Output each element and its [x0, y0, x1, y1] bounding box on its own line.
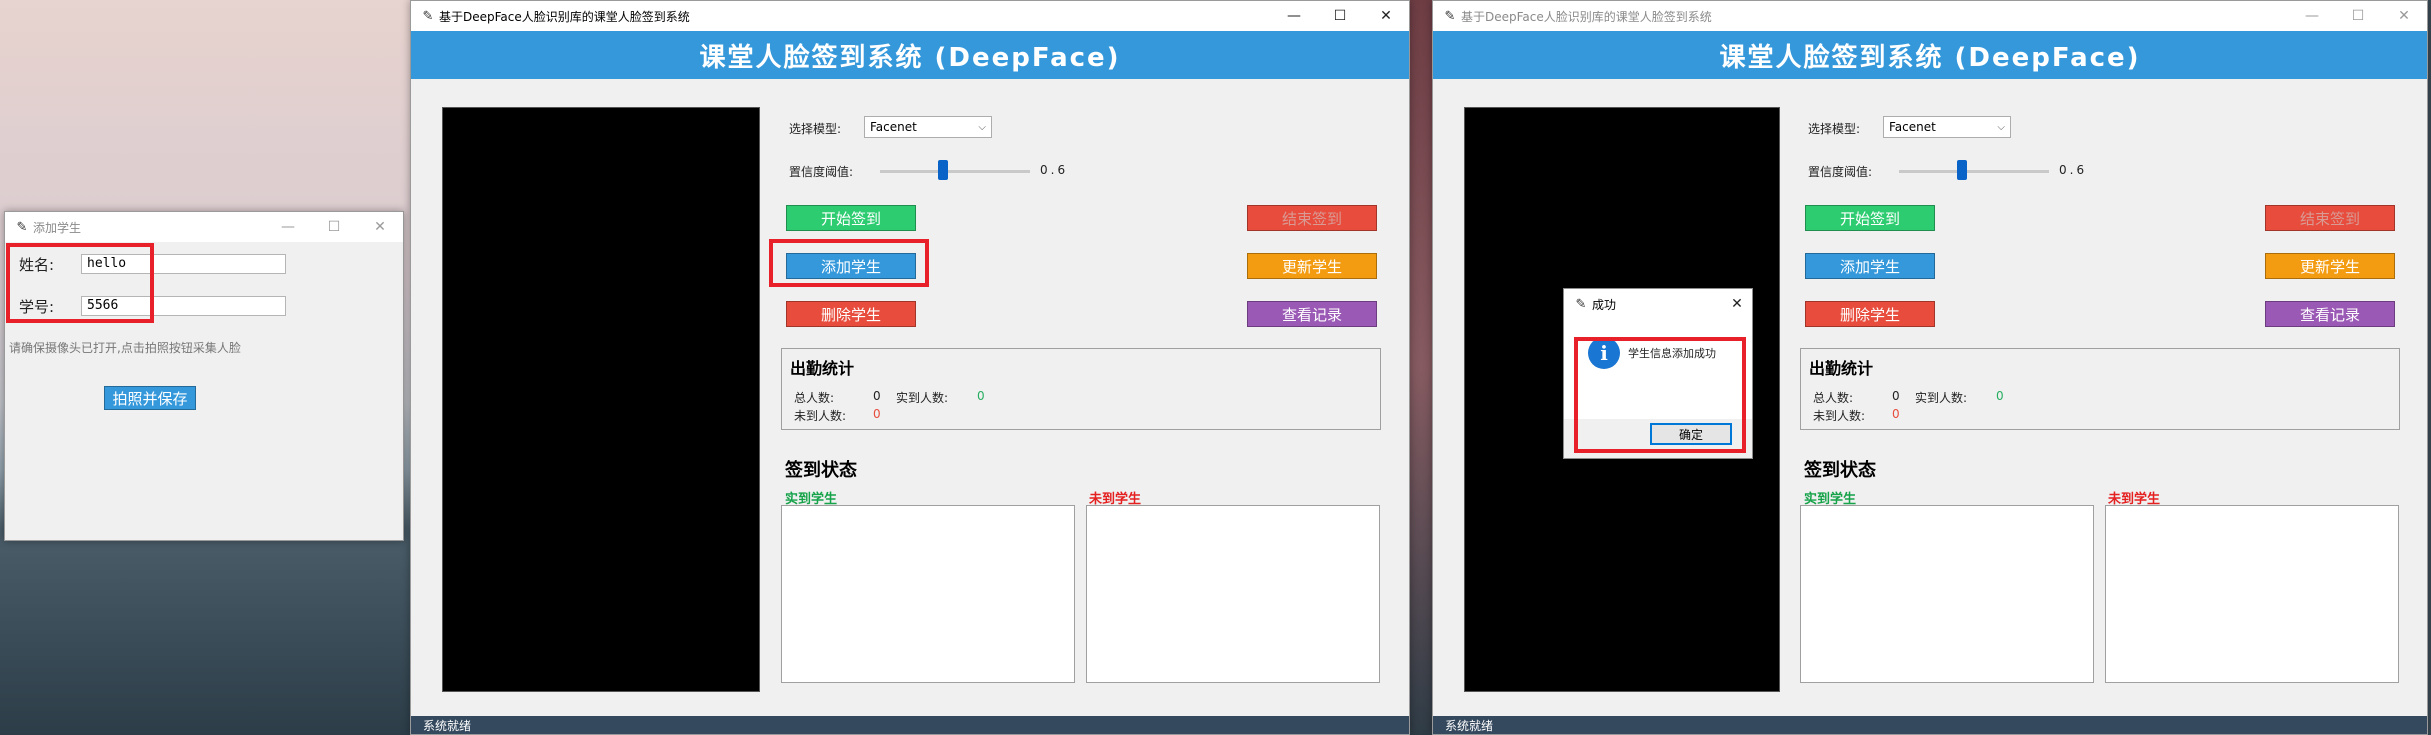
stats-title: 出勤统计 — [1809, 359, 1874, 378]
main-titlebar[interactable]: ✎ 基于DeepFace人脸识别库的课堂人脸签到系统 — ☐ ✕ — [411, 1, 1409, 31]
attendance-stats-panel: 出勤统计 总人数: 0 实到人数: 0 未到人数: 0 — [781, 348, 1381, 430]
camera-preview — [442, 107, 760, 692]
minimize-button[interactable]: — — [265, 212, 311, 242]
model-select-value: Facenet — [870, 120, 917, 134]
total-label: 总人数: — [794, 391, 835, 405]
feather-icon: ✎ — [422, 8, 434, 24]
close-button[interactable]: ✕ — [1363, 1, 1409, 31]
start-checkin-button[interactable]: 开始签到 — [786, 205, 916, 231]
total-value: 0 — [1892, 389, 1900, 403]
checkin-status-title: 签到状态 — [1804, 460, 1876, 481]
capture-save-button[interactable]: 拍照并保存 — [104, 386, 196, 410]
present-students-list[interactable] — [781, 505, 1075, 683]
status-bar: 系统就绪 — [411, 716, 1409, 734]
model-label: 选择模型: — [1808, 122, 1861, 136]
app-header: 课堂人脸签到系统 (DeepFace) — [411, 31, 1409, 79]
app-header: 课堂人脸签到系统 (DeepFace) — [1433, 31, 2427, 79]
total-label: 总人数: — [1813, 391, 1854, 405]
present-students-list[interactable] — [1800, 505, 2094, 683]
present-value: 0 — [1996, 389, 2004, 403]
model-select[interactable]: Facenet ⌵ — [1883, 116, 2011, 138]
model-select-value: Facenet — [1889, 120, 1936, 134]
threshold-slider-track[interactable] — [1899, 170, 2049, 173]
main-titlebar[interactable]: ✎ 基于DeepFace人脸识别库的课堂人脸签到系统 — ☐ ✕ — [1433, 1, 2427, 31]
total-value: 0 — [873, 389, 881, 403]
absent-value: 0 — [873, 407, 881, 421]
threshold-label: 置信度阈值: — [789, 165, 854, 179]
attendance-stats-panel: 出勤统计 总人数: 0 实到人数: 0 未到人数: 0 — [1800, 348, 2400, 430]
window-title: 基于DeepFace人脸识别库的课堂人脸签到系统 — [1461, 9, 1712, 24]
main-window-left: ✎ 基于DeepFace人脸识别库的课堂人脸签到系统 — ☐ ✕ 课堂人脸签到系… — [410, 0, 1410, 735]
close-button[interactable]: ✕ — [1722, 289, 1752, 319]
message-box-titlebar[interactable]: ✎ 成功 ✕ — [1564, 289, 1752, 319]
status-bar: 系统就绪 — [1433, 716, 2427, 734]
threshold-value: 0.6 — [2059, 163, 2088, 177]
add-student-titlebar[interactable]: ✎ 添加学生 — ☐ ✕ — [5, 212, 403, 242]
close-button[interactable]: ✕ — [357, 212, 403, 242]
camera-hint: 请确保摄像头已打开,点击拍照按钮采集人脸 — [9, 341, 241, 355]
threshold-slider-track[interactable] — [880, 170, 1030, 173]
threshold-value: 0.6 — [1040, 163, 1069, 177]
present-label: 实到人数: — [896, 391, 949, 405]
maximize-button[interactable]: ☐ — [1317, 1, 1363, 31]
start-checkin-button[interactable]: 开始签到 — [1805, 205, 1935, 231]
maximize-button[interactable]: ☐ — [311, 212, 357, 242]
feather-icon: ✎ — [1575, 296, 1587, 312]
absent-label: 未到人数: — [794, 409, 847, 423]
model-label: 选择模型: — [789, 122, 842, 136]
window-title: 添加学生 — [33, 220, 82, 235]
name-id-highlight — [6, 243, 154, 323]
desktop-background-middle — [1410, 0, 1432, 735]
feather-icon: ✎ — [1444, 8, 1456, 24]
threshold-slider-handle[interactable] — [1957, 160, 1967, 180]
view-records-button[interactable]: 查看记录 — [2265, 301, 2395, 327]
feather-icon: ✎ — [16, 219, 28, 235]
chevron-down-icon: ⌵ — [1997, 121, 2005, 133]
end-checkin-button[interactable]: 结束签到 — [2265, 205, 2395, 231]
chevron-down-icon: ⌵ — [978, 121, 986, 133]
update-student-button[interactable]: 更新学生 — [1247, 253, 1377, 279]
add-button-highlight — [769, 239, 929, 287]
close-button[interactable]: ✕ — [2381, 1, 2427, 31]
present-value: 0 — [977, 389, 985, 403]
threshold-label: 置信度阈值: — [1808, 165, 1873, 179]
end-checkin-button[interactable]: 结束签到 — [1247, 205, 1377, 231]
update-student-button[interactable]: 更新学生 — [2265, 253, 2395, 279]
add-student-button[interactable]: 添加学生 — [1805, 253, 1935, 279]
threshold-slider-handle[interactable] — [938, 160, 948, 180]
minimize-button[interactable]: — — [1271, 1, 1317, 31]
absent-students-list[interactable] — [1086, 505, 1380, 683]
checkin-status-title: 签到状态 — [785, 460, 857, 481]
present-label: 实到人数: — [1915, 391, 1968, 405]
model-select[interactable]: Facenet ⌵ — [864, 116, 992, 138]
delete-student-button[interactable]: 删除学生 — [1805, 301, 1935, 327]
maximize-button[interactable]: ☐ — [2335, 1, 2381, 31]
window-title: 基于DeepFace人脸识别库的课堂人脸签到系统 — [439, 9, 690, 24]
message-box-highlight — [1574, 337, 1746, 453]
delete-student-button[interactable]: 删除学生 — [786, 301, 916, 327]
message-box-title: 成功 — [1592, 297, 1617, 312]
absent-value: 0 — [1892, 407, 1900, 421]
view-records-button[interactable]: 查看记录 — [1247, 301, 1377, 327]
stats-title: 出勤统计 — [790, 359, 855, 378]
absent-students-list[interactable] — [2105, 505, 2399, 683]
minimize-button[interactable]: — — [2289, 1, 2335, 31]
absent-label: 未到人数: — [1813, 409, 1866, 423]
